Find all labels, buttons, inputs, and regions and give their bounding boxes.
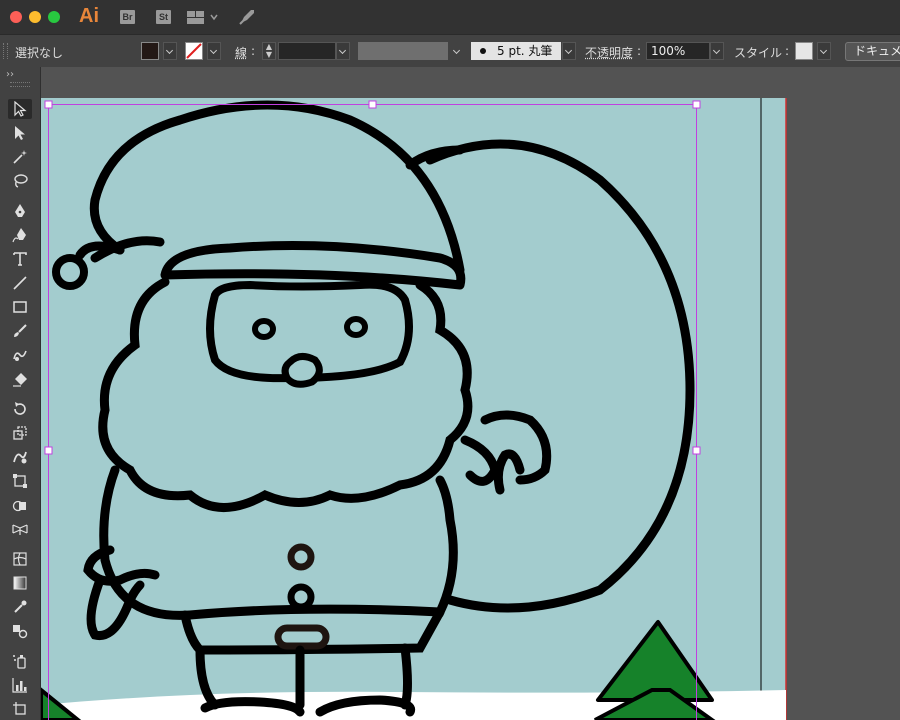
style-label: スタイル	[734, 46, 783, 60]
scale-tool-icon[interactable]	[8, 423, 32, 443]
selection-tool-icon[interactable]	[8, 99, 32, 119]
type-tool-icon[interactable]	[8, 249, 32, 269]
stroke-weight-input[interactable]	[278, 42, 336, 60]
panel-grip[interactable]	[3, 43, 8, 59]
rectangle-tool-icon[interactable]	[8, 297, 32, 317]
paintbrush-tool-icon[interactable]	[8, 321, 32, 341]
stroke-color-swatch[interactable]	[185, 42, 203, 60]
belt-buckle	[274, 624, 330, 650]
document-canvas[interactable]	[41, 67, 900, 720]
title-bar: Ai Br St	[0, 0, 900, 34]
artboard-background	[41, 98, 786, 720]
column-graph-tool-icon[interactable]	[8, 675, 32, 695]
profile-dropdown[interactable]	[450, 42, 464, 60]
stroke-label[interactable]: 線	[235, 44, 247, 61]
symbol-sprayer-tool-icon[interactable]	[8, 651, 32, 671]
magic-wand-tool-icon[interactable]	[8, 147, 32, 167]
graphic-style-dropdown[interactable]	[817, 42, 831, 60]
brush-definition[interactable]: 5 pt. 丸筆	[471, 42, 561, 60]
artboard-tool-icon[interactable]	[8, 699, 32, 719]
round-brush-icon	[480, 48, 486, 54]
warp-tool-icon[interactable]	[8, 447, 32, 467]
zoom-window-button[interactable]	[48, 11, 60, 23]
stroke-dropdown[interactable]	[207, 42, 221, 60]
handle-mid-left	[44, 446, 53, 455]
handle-mid-right	[692, 446, 701, 455]
direct-selection-tool-icon[interactable]	[8, 123, 32, 143]
free-transform-tool-icon[interactable]	[8, 471, 32, 491]
stock-button[interactable]: St	[156, 10, 171, 24]
fill-color-swatch[interactable]	[141, 42, 159, 60]
variable-width-profile[interactable]	[358, 42, 448, 60]
brush-dropdown[interactable]	[562, 42, 576, 60]
rotate-tool-icon[interactable]	[8, 399, 32, 419]
collapse-panel-icon[interactable]: ››	[6, 69, 14, 80]
selection-status: 選択なし	[15, 46, 64, 60]
stroke-weight-stepper[interactable]: ▲ ▼	[262, 42, 276, 60]
nose	[281, 353, 323, 388]
style-label-colon: :	[785, 44, 790, 58]
handle-top-center	[368, 100, 377, 109]
eyedropper-tool-icon[interactable]	[8, 597, 32, 617]
handle-top-right	[692, 100, 701, 109]
handle-top-left	[44, 100, 53, 109]
artwork[interactable]	[41, 67, 900, 720]
control-bar: 選択なし 線 : ▲ ▼ 5 pt. 丸筆 不透明度 : 100% スタイル : …	[0, 34, 900, 69]
bridge-button[interactable]: Br	[120, 10, 135, 24]
close-window-button[interactable]	[10, 11, 22, 23]
brush-label: 5 pt. 丸筆	[497, 44, 553, 58]
hat-pompom	[52, 254, 88, 290]
mesh-tool-icon[interactable]	[8, 549, 32, 569]
tools-panel-grip[interactable]	[10, 82, 30, 87]
blend-tool-icon[interactable]	[8, 621, 32, 641]
document-setup-button[interactable]: ドキュメント設定	[845, 42, 900, 61]
no-stroke-icon	[186, 43, 202, 59]
perspective-grid-tool-icon[interactable]	[8, 519, 32, 539]
tools-panel: ››	[0, 67, 41, 720]
gradient-tool-icon[interactable]	[8, 573, 32, 593]
opacity-label[interactable]: 不透明度	[585, 44, 633, 61]
illustrator-logo: Ai	[79, 5, 99, 27]
shape-builder-tool-icon[interactable]	[8, 495, 32, 515]
eraser-tool-icon[interactable]	[8, 369, 32, 389]
shaper-tool-icon[interactable]	[8, 345, 32, 365]
stroke-label-colon: :	[251, 44, 256, 58]
pen-tool-icon[interactable]	[8, 201, 32, 221]
stroke-weight-dropdown[interactable]	[336, 42, 350, 60]
graphic-style-swatch[interactable]	[795, 42, 813, 60]
opacity-label-colon: :	[637, 44, 642, 58]
opacity-input[interactable]: 100%	[646, 42, 710, 60]
minimize-window-button[interactable]	[29, 11, 41, 23]
lasso-tool-icon[interactable]	[8, 171, 32, 191]
fill-dropdown[interactable]	[163, 42, 177, 60]
curvature-tool-icon[interactable]	[8, 225, 32, 245]
opacity-expand-button[interactable]	[710, 42, 724, 60]
workspace-grid-icon[interactable]	[187, 10, 219, 29]
line-tool-icon[interactable]	[8, 273, 32, 293]
rocket-icon[interactable]	[237, 7, 257, 31]
